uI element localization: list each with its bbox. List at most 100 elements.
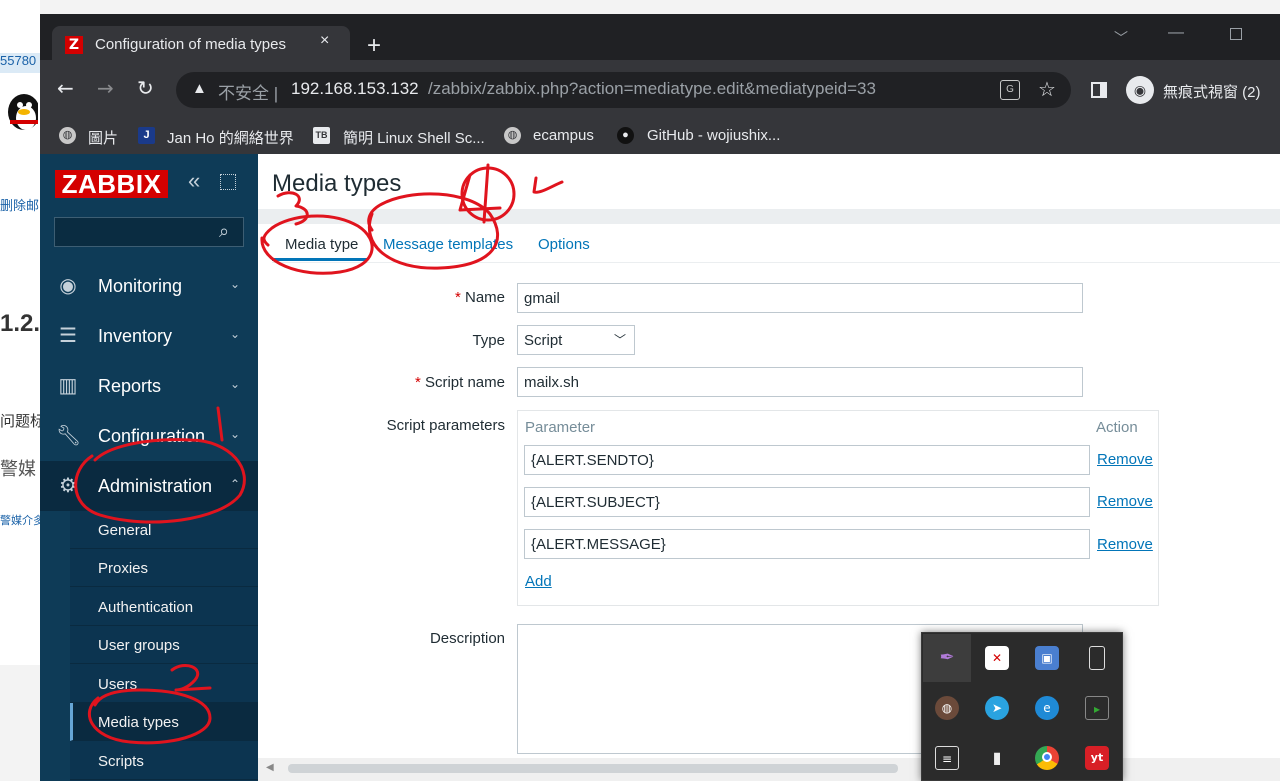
minimize-icon[interactable]: —: [1168, 24, 1184, 42]
bookmark-item[interactable]: 簡明 Linux Shell Sc...: [343, 127, 485, 148]
remove-link[interactable]: Remove: [1097, 451, 1153, 468]
tab-media-type[interactable]: Media type: [285, 236, 358, 253]
script-name-label: * Script name: [414, 374, 505, 391]
insecure-label: 不安全 |: [218, 84, 279, 103]
scrollbar-thumb[interactable]: [288, 764, 898, 773]
bg-link-2[interactable]: 警媒介多: [0, 512, 40, 528]
chevron-down-icon: ⌄: [230, 277, 241, 291]
submenu-proxies[interactable]: Proxies: [70, 549, 258, 587]
name-input[interactable]: gmail: [517, 283, 1083, 313]
url-host: 192.168.153.132: [291, 79, 419, 98]
param-input[interactable]: {ALERT.SENDTO}: [524, 445, 1090, 475]
menu-label: Monitoring: [98, 276, 183, 296]
chevron-down-icon: ⌄: [230, 427, 241, 441]
tb-bookmark-icon: TB: [313, 127, 330, 144]
bookmark-star-icon[interactable]: ☆: [1038, 77, 1056, 102]
globe-icon: ◍: [59, 127, 76, 144]
security-shield-icon[interactable]: ✕: [985, 646, 1009, 670]
tab-title: Configuration of media types: [95, 36, 286, 53]
chevron-down-icon: ⌄: [230, 327, 241, 341]
type-label: Type: [472, 332, 505, 349]
collapse-sidebar-icon[interactable]: «: [188, 170, 200, 192]
type-select-value: Script: [524, 332, 563, 349]
bg-link[interactable]: 删除邮: [0, 195, 39, 214]
type-select[interactable]: Script ﹀: [517, 325, 635, 355]
form-separator: [272, 262, 1280, 263]
incognito-label[interactable]: 無痕式視窗 (2): [1163, 81, 1261, 102]
menu-administration[interactable]: ⚙ Administration ⌃: [40, 461, 258, 511]
app-tray-icon[interactable]: ◍: [935, 696, 959, 720]
bg-text-2: 警媒: [0, 459, 36, 479]
menu-label: Inventory: [98, 326, 173, 346]
kiosk-mode-icon[interactable]: [220, 174, 236, 190]
menu-reports[interactable]: ▥ Reports ⌄: [40, 361, 258, 411]
reload-icon[interactable]: ↻: [137, 78, 154, 98]
submenu-authentication[interactable]: Authentication: [70, 588, 258, 626]
name-label: * Name: [454, 289, 505, 306]
bookmark-item[interactable]: 圖片: [88, 127, 118, 148]
address-bar[interactable]: ▲ 不安全 | 192.168.153.132 /zabbix/zabbix.p…: [176, 72, 1071, 108]
submenu-label: Scripts: [98, 753, 144, 770]
incognito-icon[interactable]: ◉: [1126, 76, 1154, 104]
back-icon[interactable]: ←: [57, 78, 74, 98]
bar-chart-icon: ▥: [58, 375, 78, 397]
usb-drive-icon[interactable]: [1089, 646, 1105, 670]
bookmark-item[interactable]: ecampus: [533, 127, 594, 144]
feather-icon[interactable]: ✒: [935, 646, 959, 670]
script-params-label: Script parameters: [386, 417, 505, 434]
remove-link[interactable]: Remove: [1097, 493, 1153, 510]
chevron-down-icon: ⌄: [230, 377, 241, 391]
scroll-left-icon[interactable]: ◀: [266, 762, 274, 773]
tab-search-chevron-icon[interactable]: ﹀: [1114, 28, 1128, 48]
maximize-icon[interactable]: [1230, 28, 1242, 40]
globe-icon: ◍: [504, 127, 521, 144]
search-icon[interactable]: ⌕: [219, 221, 229, 242]
submenu-user-groups[interactable]: User groups: [70, 626, 258, 664]
eye-icon: ◉: [59, 275, 77, 297]
j-bookmark-icon: J: [138, 127, 155, 144]
telegram-icon[interactable]: ➤: [985, 696, 1009, 720]
new-tab-icon[interactable]: +: [367, 34, 381, 58]
tab-strip: Z Configuration of media types × + ﹀ —: [40, 14, 1280, 62]
browser-tab[interactable]: Z Configuration of media types ×: [52, 26, 350, 62]
bookmark-item[interactable]: Jan Ho 的網絡世界: [167, 127, 294, 148]
tab-options[interactable]: Options: [538, 236, 590, 253]
zabbix-logo[interactable]: ZABBIX: [55, 170, 168, 198]
menu-configuration[interactable]: 🔧︎ Configuration ⌄: [40, 411, 258, 461]
tab-message-templates[interactable]: Message templates: [383, 236, 513, 253]
tab-close-icon[interactable]: ×: [320, 32, 329, 50]
bookmark-item[interactable]: GitHub - wojiushix...: [647, 127, 780, 144]
screen-share-icon[interactable]: ▸: [1085, 696, 1109, 720]
submenu-label: Authentication: [98, 599, 194, 616]
submenu-general[interactable]: General: [70, 511, 258, 549]
param-input[interactable]: {ALERT.MESSAGE}: [524, 529, 1090, 559]
input-method-icon[interactable]: ≡: [935, 746, 959, 770]
add-param-link[interactable]: Add: [525, 573, 552, 590]
page-title: Media types: [272, 170, 402, 197]
background-page: 55780 删除邮 1.2. 问题标 警媒 警媒介多: [0, 0, 40, 781]
submenu-users[interactable]: Users: [70, 665, 258, 703]
param-input[interactable]: {ALERT.SUBJECT}: [524, 487, 1090, 517]
sidebar-search-input[interactable]: ⌕: [54, 217, 244, 247]
warning-icon[interactable]: ▲: [192, 80, 207, 97]
edge-icon[interactable]: e: [1035, 696, 1059, 720]
active-tab-indicator: [272, 258, 367, 261]
submenu-scripts[interactable]: Scripts: [70, 742, 258, 780]
network-drive-icon[interactable]: ▣: [1035, 646, 1059, 670]
chrome-icon[interactable]: [1035, 746, 1059, 770]
microphone-icon[interactable]: ▮: [985, 746, 1009, 770]
zabbix-favicon-icon: Z: [65, 36, 83, 54]
remove-link[interactable]: Remove: [1097, 536, 1153, 553]
menu-inventory[interactable]: ☰ Inventory ⌄: [40, 311, 258, 361]
submenu-label: User groups: [98, 637, 180, 654]
side-panel-icon[interactable]: [1091, 82, 1107, 98]
yt-downloader-icon[interactable]: yt: [1085, 746, 1109, 770]
bg-text: 问题标: [0, 413, 40, 430]
horizontal-scrollbar[interactable]: ◀: [258, 758, 1280, 781]
sidebar: ZABBIX « ⌕ ◉ Monitoring ⌄ ☰ Inventory ⌄ …: [40, 154, 258, 781]
translate-icon[interactable]: G: [1000, 80, 1020, 100]
submenu-media-types[interactable]: Media types: [70, 703, 258, 741]
forward-icon[interactable]: →: [97, 78, 114, 98]
menu-monitoring[interactable]: ◉ Monitoring ⌄: [40, 261, 258, 311]
script-name-input[interactable]: mailx.sh: [517, 367, 1083, 397]
